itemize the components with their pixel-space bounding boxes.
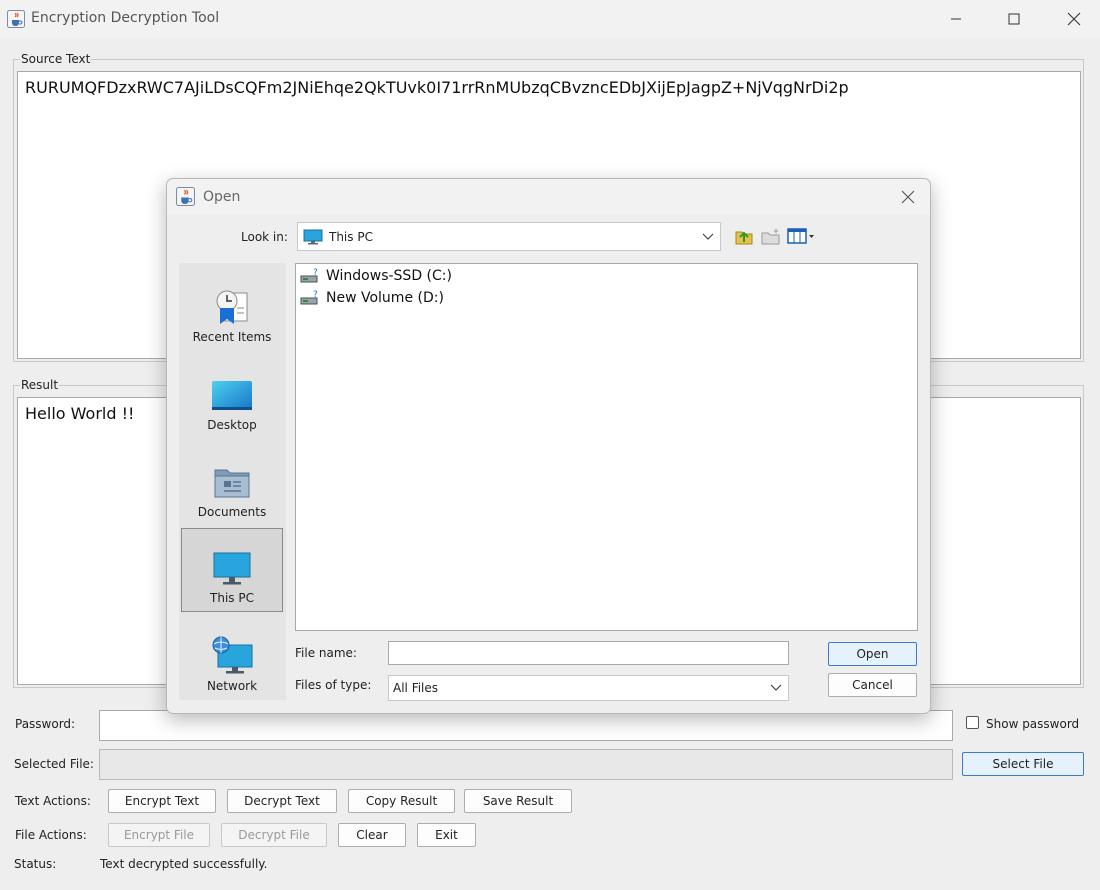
clear-button[interactable]: Clear [338, 823, 406, 847]
status-value: Text decrypted successfully. [100, 857, 268, 871]
title-bar: Encryption Decryption Tool [0, 0, 1100, 38]
place-label: Network [206, 679, 258, 693]
select-file-button[interactable]: Select File [962, 752, 1084, 776]
up-folder-button[interactable] [733, 225, 755, 247]
open-dialog: Open Look in: This PC Recent Items Deskt… [166, 178, 931, 714]
result-legend: Result [21, 378, 59, 392]
drive-icon: ? [300, 268, 318, 283]
close-button[interactable] [1054, 6, 1094, 32]
selected-file-label: Selected File: [14, 757, 94, 771]
file-item-windows-ssd[interactable]: ? Windows-SSD (C:) [300, 266, 452, 286]
file-item-label: Windows-SSD (C:) [326, 268, 452, 284]
places-sidebar: Recent Items Desktop Documents This PC N… [179, 263, 286, 700]
exit-button[interactable]: Exit [417, 823, 476, 847]
chevron-down-icon [702, 233, 714, 240]
computer-icon [213, 552, 251, 585]
place-network[interactable]: Network [181, 615, 283, 699]
details-view-icon [787, 228, 814, 244]
file-item-new-volume[interactable]: ? New Volume (D:) [300, 288, 444, 308]
source-text-legend: Source Text [21, 52, 91, 66]
look-in-value: This PC [329, 229, 373, 244]
look-in-combo[interactable]: This PC [297, 222, 721, 251]
text-actions-label: Text Actions: [15, 794, 91, 808]
save-result-button[interactable]: Save Result [464, 789, 572, 813]
cancel-button[interactable]: Cancel [828, 673, 917, 697]
copy-result-button[interactable]: Copy Result [348, 789, 455, 813]
new-folder-icon [761, 228, 780, 245]
up-folder-icon [735, 231, 753, 245]
dialog-close-button[interactable] [897, 187, 919, 207]
view-menu-button[interactable] [786, 225, 816, 247]
minimize-icon [951, 18, 961, 20]
file-name-input[interactable] [388, 641, 789, 665]
chevron-down-icon [770, 684, 782, 691]
drive-icon: ? [300, 290, 318, 305]
files-of-type-value: All Files [393, 681, 439, 695]
network-icon [212, 636, 253, 674]
place-label: Documents [197, 505, 267, 519]
maximize-icon [1008, 13, 1020, 25]
show-password-label[interactable]: Show password [986, 717, 1079, 731]
file-list[interactable]: ? Windows-SSD (C:) ? New Volume (D:) [295, 263, 918, 631]
file-name-label: File name: [295, 646, 357, 660]
decrypt-file-button: Decrypt File [221, 823, 327, 847]
open-button[interactable]: Open [828, 642, 917, 666]
place-label: This PC [210, 591, 254, 605]
files-of-type-combo[interactable]: All Files [388, 675, 789, 701]
close-icon [901, 190, 915, 204]
password-label: Password: [15, 717, 76, 731]
svg-text:?: ? [313, 290, 318, 300]
password-field[interactable] [99, 710, 953, 741]
documents-icon [214, 469, 250, 498]
place-desktop[interactable]: Desktop [181, 354, 283, 438]
place-label: Recent Items [192, 330, 272, 344]
place-label: Desktop [207, 418, 257, 432]
selected-file-field [99, 749, 953, 780]
java-cup-icon [176, 187, 195, 206]
encrypt-text-button[interactable]: Encrypt Text [108, 789, 216, 813]
desktop-icon [212, 381, 252, 410]
recent-items-icon [216, 290, 248, 324]
minimize-button[interactable] [936, 6, 976, 32]
computer-icon [303, 229, 323, 244]
status-label: Status: [14, 857, 57, 871]
files-of-type-label: Files of type: [295, 678, 372, 692]
java-cup-icon [7, 10, 25, 28]
window-title: Encryption Decryption Tool [31, 10, 220, 26]
place-documents[interactable]: Documents [181, 441, 283, 525]
new-folder-button[interactable] [760, 225, 782, 247]
look-in-label: Look in: [241, 230, 288, 244]
dialog-title: Open [203, 189, 241, 205]
place-this-pc[interactable]: This PC [181, 528, 283, 612]
file-actions-label: File Actions: [15, 828, 87, 842]
file-item-label: New Volume (D:) [326, 290, 444, 306]
show-password-checkbox[interactable] [966, 716, 979, 729]
decrypt-text-button[interactable]: Decrypt Text [227, 789, 337, 813]
svg-text:?: ? [313, 268, 318, 278]
close-icon [1067, 12, 1081, 26]
place-recent-items[interactable]: Recent Items [181, 266, 283, 350]
maximize-button[interactable] [994, 6, 1034, 32]
dialog-title-bar: Open [167, 179, 930, 215]
encrypt-file-button: Encrypt File [108, 823, 210, 847]
